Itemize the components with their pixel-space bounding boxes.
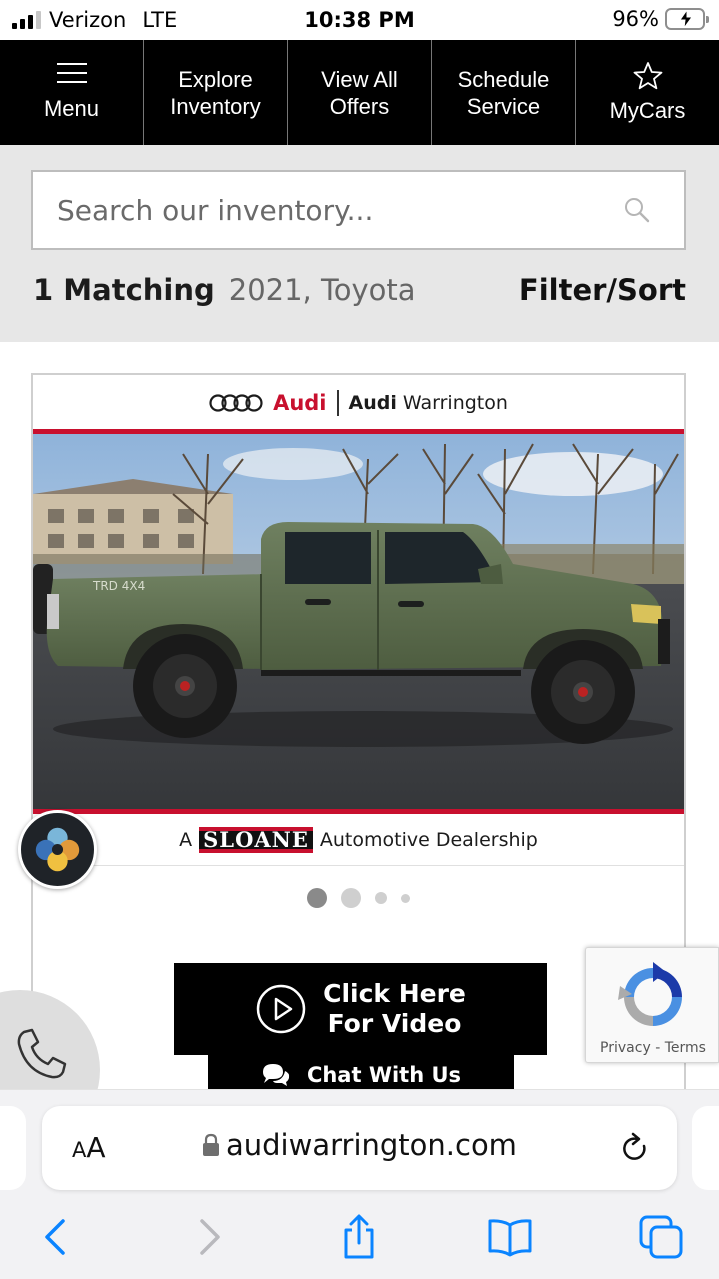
recaptcha-badge: Privacy - Terms — [585, 947, 719, 1063]
top-navigation: Menu Explore Inventory View All Offers S… — [0, 40, 719, 145]
dealer-name: Audi Warrington — [348, 392, 508, 414]
terms-link[interactable]: Terms — [665, 1040, 706, 1056]
filter-sort-button[interactable]: Filter/Sort — [519, 273, 686, 307]
hamburger-icon — [56, 63, 87, 83]
back-arrow-icon — [45, 1219, 65, 1255]
url-display[interactable]: audiwarrington.com — [202, 1128, 517, 1162]
audi-brand-text: Audi — [273, 391, 327, 415]
dealer-header: Audi Audi Warrington — [33, 375, 684, 431]
carousel-dot[interactable] — [341, 888, 361, 908]
red-divider-bottom — [33, 809, 684, 814]
battery-icon — [665, 8, 709, 30]
browser-toolbar — [0, 1212, 719, 1262]
lock-icon — [203, 1133, 219, 1156]
chat-bubble-icon — [262, 1064, 290, 1086]
privacy-link[interactable]: Privacy — [600, 1040, 651, 1056]
vehicle-photo[interactable]: TRD 4X4 — [33, 434, 684, 809]
link-separator: - — [655, 1040, 661, 1056]
nav-explore-inventory[interactable]: Explore Inventory — [144, 40, 288, 145]
badge-prefix: A — [179, 829, 193, 851]
share-icon — [344, 1214, 374, 1259]
share-button[interactable] — [334, 1212, 384, 1262]
search-section: 1 Matching 2021, Toyota Filter/Sort — [0, 145, 719, 342]
address-bar[interactable]: AA audiwarrington.com — [42, 1106, 677, 1190]
dealership-group-banner: A SLOANE Automotive Dealership — [33, 815, 684, 865]
nav-view-all-offers-label: View All Offers — [321, 66, 398, 119]
video-button[interactable]: Click Here For Video — [174, 963, 547, 1055]
active-filters: 2021, Toyota — [228, 273, 416, 307]
nav-mycars-label: MyCars — [609, 98, 686, 123]
carousel-dot[interactable] — [401, 893, 410, 903]
search-icon[interactable] — [624, 197, 650, 223]
sloane-logo: SLOANE — [199, 827, 313, 853]
url-text: audiwarrington.com — [226, 1128, 517, 1162]
nav-schedule-service-label: Schedule Service — [457, 66, 550, 119]
photo-carousel-dots[interactable] — [33, 887, 684, 909]
battery-percent: 96% — [612, 7, 659, 31]
nav-explore-inventory-label: Explore Inventory — [170, 66, 261, 119]
nav-menu[interactable]: Menu — [0, 40, 144, 145]
svg-text:TRD 4X4: TRD 4X4 — [92, 579, 145, 593]
star-icon — [633, 62, 662, 90]
page-settings-button[interactable]: AA — [72, 1131, 106, 1164]
recaptcha-links: Privacy - Terms — [586, 1040, 719, 1056]
book-icon — [488, 1219, 532, 1257]
next-tab-preview[interactable] — [692, 1106, 719, 1190]
charging-bolt-icon — [679, 10, 693, 28]
card-separator — [33, 865, 684, 866]
play-icon — [256, 984, 306, 1034]
previous-tab-preview[interactable] — [0, 1106, 26, 1190]
carousel-dot[interactable] — [307, 888, 327, 908]
search-box — [31, 170, 686, 250]
forward-button[interactable] — [185, 1212, 235, 1262]
header-divider — [336, 390, 339, 416]
clock: 10:38 PM — [304, 8, 415, 32]
nav-schedule-service[interactable]: Schedule Service — [432, 40, 576, 145]
tabs-icon — [639, 1215, 683, 1259]
status-right: 96% — [612, 7, 709, 31]
status-bar: Verizon LTE 10:38 PM 96% — [0, 0, 719, 40]
results-summary: 1 Matching 2021, Toyota Filter/Sort — [33, 273, 686, 313]
audi-rings-logo — [209, 394, 263, 412]
forward-arrow-icon — [200, 1219, 220, 1255]
chat-widget-icon[interactable] — [18, 810, 97, 889]
phone-icon — [17, 1028, 67, 1079]
search-input[interactable] — [57, 172, 617, 248]
match-count: 1 Matching — [33, 273, 215, 307]
browser-bottom-bar: AA audiwarrington.com — [0, 1089, 719, 1279]
reload-icon[interactable] — [619, 1132, 651, 1164]
carousel-dot[interactable] — [375, 892, 387, 904]
back-button[interactable] — [30, 1212, 80, 1262]
nav-mycars[interactable]: MyCars — [576, 40, 719, 145]
chat-button-label: Chat With Us — [306, 1063, 462, 1087]
screen: Verizon LTE 10:38 PM 96% Menu Explore In… — [0, 0, 719, 1279]
nav-menu-label: Menu — [43, 96, 100, 121]
bookmarks-button[interactable] — [485, 1212, 535, 1262]
nav-view-all-offers[interactable]: View All Offers — [288, 40, 432, 145]
tabs-button[interactable] — [636, 1212, 686, 1262]
video-button-label: Click Here For Video — [323, 979, 466, 1038]
recaptcha-logo-icon — [618, 962, 682, 1026]
badge-suffix: Automotive Dealership — [319, 829, 538, 851]
